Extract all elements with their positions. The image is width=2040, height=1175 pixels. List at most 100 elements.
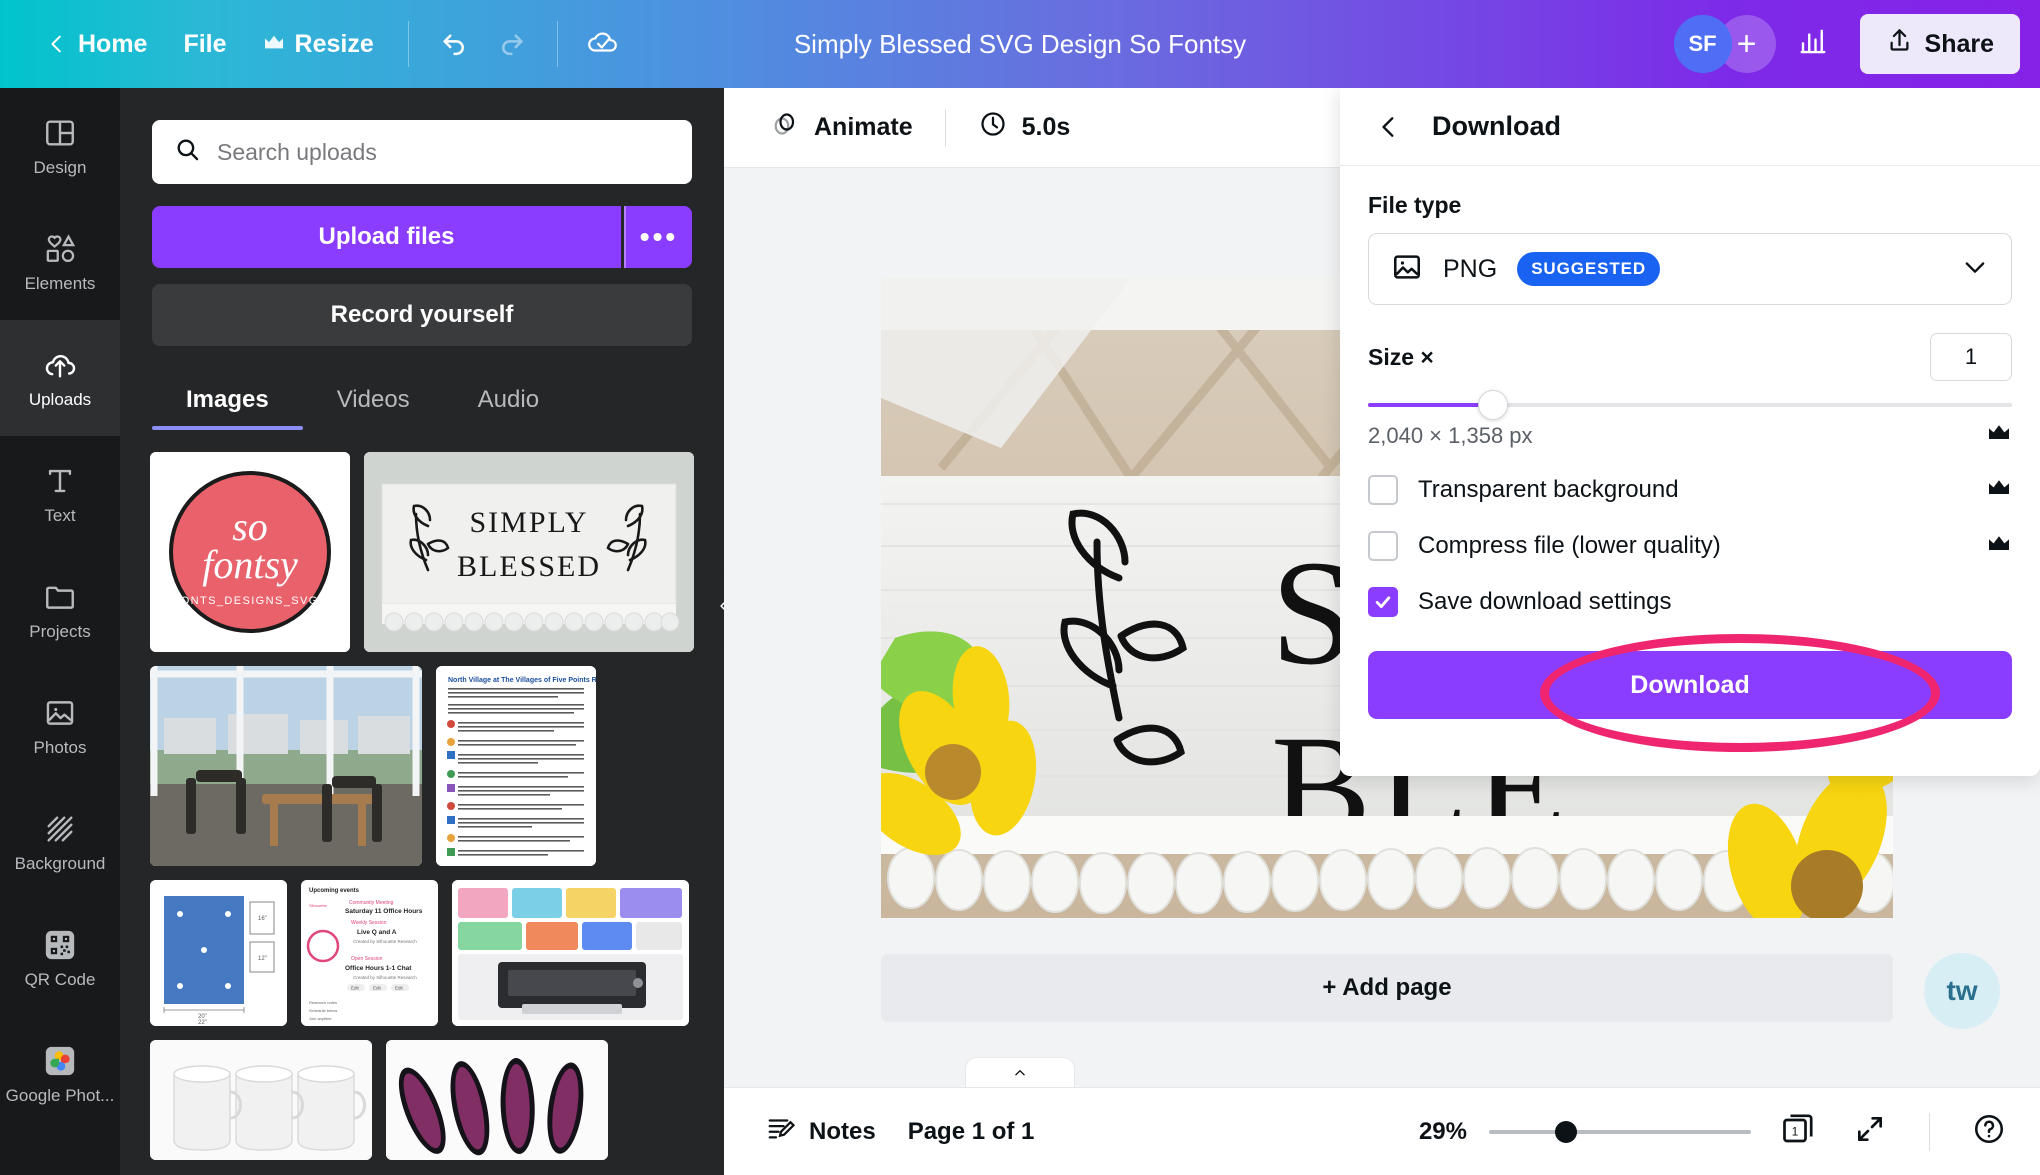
add-page-button[interactable]: + Add page [881,954,1893,1022]
upload-more-options-button[interactable]: ••• [624,206,692,268]
search-input[interactable]: Search uploads [152,120,692,184]
svg-text:12": 12" [258,956,267,962]
sidebar-item-google-photos[interactable]: Google Phot... [0,1016,120,1132]
sidebar-item-label: Text [44,506,76,525]
pages-grid-button[interactable]: 1 [1773,1107,1823,1157]
zoom-slider[interactable] [1489,1120,1751,1143]
sidebar-item-label: Design [33,158,87,177]
chevron-left-icon [46,33,68,55]
sidebar-item-label: Photos [33,738,87,757]
crown-icon [1986,534,2012,559]
list-item[interactable]: so fontsy FONTS_DESIGNS_SVGS [150,452,350,652]
option-compress-file[interactable]: Compress file (lower quality) [1368,531,2012,561]
sidebar-item-qr-code[interactable]: QR Code [0,900,120,1016]
size-input[interactable]: 1 [1930,333,2012,381]
crown-icon [1986,423,2012,449]
top-bar: Home File Resize Simply Blessed SVG Desi… [0,0,2040,88]
home-button[interactable]: Home [28,20,165,69]
fullscreen-button[interactable] [1845,1107,1895,1157]
option-save-download-settings[interactable]: Save download settings [1368,587,2012,617]
list-item[interactable]: North Village at The Villages of Five Po… [436,666,596,866]
upload-arrow-icon [1886,27,1913,61]
sidebar-item-photos[interactable]: Photos [0,668,120,784]
svg-text:Edit: Edit [351,985,360,990]
checkbox[interactable] [1368,587,1398,617]
zoom-slider-knob[interactable] [1555,1120,1577,1143]
sidebar-item-label: Background [14,854,106,873]
avatar[interactable]: tw [1924,953,2000,1029]
resize-button[interactable]: Resize [245,20,392,69]
page-duration-button[interactable]: 5.0s [960,99,1089,156]
sidebar-item-projects[interactable]: Projects [0,552,120,668]
svg-text:fontsy: fontsy [202,542,298,587]
timeline-expand-button[interactable] [965,1057,1075,1087]
upload-files-button[interactable]: Upload files [152,206,621,268]
svg-text:Upcoming events: Upcoming events [309,888,360,894]
notes-button[interactable]: Notes [750,1103,892,1160]
list-item[interactable] [150,666,422,866]
text-t-icon [43,464,77,498]
undo-button[interactable] [425,15,483,73]
cloud-upload-icon [43,348,77,382]
animate-circles-icon [770,109,800,146]
panel-collapse-button[interactable] [710,568,724,644]
chevron-down-icon [1961,253,1989,286]
svg-text:Schedule below: Schedule below [309,1008,337,1013]
sidebar-item-label: QR Code [24,970,96,989]
zoom-level-label[interactable]: 29% [1419,1118,1467,1146]
redo-button[interactable] [483,15,541,73]
record-yourself-button[interactable]: Record yourself [152,284,692,346]
sidebar-item-uploads[interactable]: Uploads [0,308,120,448]
size-row: Size × 1 [1368,333,2012,381]
svg-text:Saturday 11 Office Hours: Saturday 11 Office Hours [345,908,423,915]
file-type-select[interactable]: PNG SUGGESTED [1368,233,2012,305]
notes-pencil-icon [766,1113,796,1150]
list-item[interactable]: 16" 12" 20" 22" [150,880,287,1026]
uploads-panel: Search uploads Upload files ••• Record y… [120,88,724,1175]
pages-icon: 1 [1780,1111,1816,1152]
divider [1929,1112,1930,1151]
sidebar-item-elements[interactable]: Elements [0,204,120,320]
image-icon [1391,251,1423,288]
sidebar-item-design[interactable]: Design [0,88,120,204]
list-item[interactable] [452,880,689,1026]
sidebar-item-text[interactable]: Text [0,436,120,552]
list-item[interactable] [150,1040,372,1160]
list-item[interactable]: Upcoming events Community Meeting Saturd… [301,880,438,1026]
option-transparent-background[interactable]: Transparent background [1368,475,2012,505]
search-icon [174,136,201,168]
size-slider-knob[interactable] [1478,390,1508,420]
page-indicator[interactable]: Page 1 of 1 [892,1108,1051,1156]
clock-icon [978,109,1008,146]
tab-audio[interactable]: Audio [444,372,573,430]
checkbox[interactable] [1368,475,1398,505]
animate-label: Animate [814,113,913,141]
insights-button[interactable] [1784,15,1842,73]
help-button[interactable] [1964,1107,2014,1157]
back-button[interactable] [1368,106,1410,148]
list-item[interactable] [386,1040,608,1160]
list-item[interactable]: SIMPLY BLESSED [364,452,694,652]
collaborators: SF + [1673,15,1776,73]
undo-icon [439,27,469,62]
size-pixels-label: 2,040 × 1,358 px [1368,423,1533,448]
animate-button[interactable]: Animate [752,99,931,156]
plus-icon: + [1736,24,1757,63]
cloud-saved-button[interactable] [574,15,632,73]
file-menu-button[interactable]: File [165,20,244,69]
tab-videos[interactable]: Videos [303,372,444,430]
file-type-value: PNG [1443,254,1498,283]
option-label: Save download settings [1418,588,1672,615]
tab-images[interactable]: Images [152,372,303,430]
download-button[interactable]: Download [1368,651,2012,719]
notes-label: Notes [809,1117,876,1145]
sidebar-item-background[interactable]: Background [0,784,120,900]
checkbox[interactable] [1368,531,1398,561]
page-duration-label: 5.0s [1021,113,1071,141]
avatar[interactable]: SF [1673,15,1732,73]
file-type-label: File type [1368,192,1462,218]
size-slider[interactable] [1368,390,2012,420]
home-label: Home [78,29,148,58]
share-button[interactable]: Share [1859,14,2020,74]
size-label: Size × [1368,343,1434,370]
